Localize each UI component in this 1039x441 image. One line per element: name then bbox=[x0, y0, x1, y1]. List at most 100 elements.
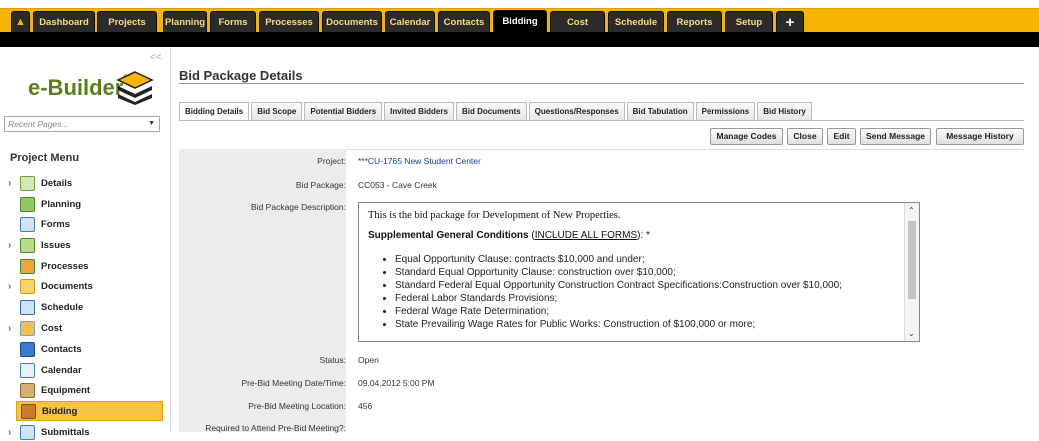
tab-invited-bidders[interactable]: Invited Bidders bbox=[384, 102, 454, 120]
calendar-icon bbox=[20, 362, 35, 378]
tab-bidding[interactable]: Bidding bbox=[493, 10, 547, 32]
tab-bid-documents[interactable]: Bid Documents bbox=[455, 102, 527, 120]
recent-pages-placeholder: Recent Pages... bbox=[8, 119, 69, 129]
supplemental-conditions: Supplemental General Conditions (INCLUDE… bbox=[368, 230, 650, 241]
sidebar-item-label: Planning bbox=[41, 198, 82, 210]
tab-cost[interactable]: Cost bbox=[550, 11, 605, 32]
edit-button[interactable]: Edit bbox=[827, 128, 856, 145]
tab-bid-history[interactable]: Bid History bbox=[757, 102, 812, 120]
tab-planning[interactable]: Planning bbox=[163, 11, 207, 32]
scroll-down-icon[interactable]: ⌄ bbox=[908, 329, 915, 338]
scroll-up-icon[interactable]: ⌃ bbox=[908, 206, 915, 215]
expand-icon[interactable]: › bbox=[8, 281, 11, 292]
sidebar-item-label: Documents bbox=[41, 280, 93, 292]
detail-tabs: Bidding Details Bid Scope Potential Bidd… bbox=[179, 102, 814, 120]
sidebar-item-label: Cost bbox=[41, 322, 63, 334]
sidebar-item-issues[interactable]: › Issues bbox=[8, 236, 163, 254]
list-item: State Prevailing Wage Rates for Public W… bbox=[395, 318, 898, 331]
sidebar-item-label: Schedule bbox=[41, 301, 84, 313]
meeting-location-label: Pre-Bid Meeting Location: bbox=[248, 401, 346, 411]
meeting-datetime-value: 09.04.2012 5:00 PM bbox=[358, 378, 435, 388]
issues-icon bbox=[20, 237, 35, 253]
sidebar-item-bidding[interactable]: Bidding bbox=[16, 401, 163, 421]
meeting-datetime-label: Pre-Bid Meeting Date/Time: bbox=[241, 378, 346, 388]
description-content: This is the bid package for Development … bbox=[368, 210, 898, 331]
sidebar-item-details[interactable]: › Details bbox=[8, 174, 163, 192]
expand-icon[interactable]: › bbox=[8, 323, 11, 334]
status-label: Status: bbox=[319, 355, 346, 365]
tab-reports[interactable]: Reports bbox=[667, 11, 722, 32]
recent-pages-select[interactable]: Recent Pages... ▼ bbox=[4, 116, 160, 132]
tab-calendar[interactable]: Calendar bbox=[385, 11, 435, 32]
sidebar-item-forms[interactable]: Forms bbox=[16, 215, 163, 233]
expand-icon[interactable]: › bbox=[8, 240, 11, 251]
supplemental-tail: : * bbox=[640, 230, 650, 241]
tab-processes[interactable]: Processes bbox=[259, 11, 319, 32]
tab-questions-responses[interactable]: Questions/Responses bbox=[528, 102, 625, 120]
collapse-sidebar-icon[interactable]: << bbox=[150, 52, 162, 63]
folder-icon bbox=[20, 278, 35, 294]
bid-package-description[interactable]: This is the bid package for Development … bbox=[358, 202, 920, 342]
equipment-icon bbox=[20, 382, 35, 398]
expand-icon[interactable]: › bbox=[8, 427, 11, 438]
home-tab[interactable]: ▲ bbox=[11, 11, 30, 32]
sidebar-item-label: Contacts bbox=[41, 343, 82, 355]
contacts-icon bbox=[20, 341, 35, 357]
logo-icon bbox=[116, 71, 154, 105]
tab-bid-scope[interactable]: Bid Scope bbox=[251, 102, 303, 120]
project-menu-title: Project Menu bbox=[10, 152, 80, 164]
list-item: Federal Labor Standards Provisions; bbox=[395, 292, 898, 305]
tab-setup[interactable]: Setup bbox=[725, 11, 773, 32]
expand-icon[interactable]: › bbox=[8, 178, 11, 189]
include-all-forms: INCLUDE ALL FORMS bbox=[534, 230, 638, 241]
tab-schedule[interactable]: Schedule bbox=[608, 11, 664, 32]
tab-projects[interactable]: Projects bbox=[97, 11, 157, 32]
sidebar-item-cost[interactable]: › Cost bbox=[8, 319, 163, 337]
tab-documents[interactable]: Documents bbox=[322, 11, 382, 32]
title-divider bbox=[179, 83, 1024, 84]
bid-package-label: Bid Package: bbox=[295, 180, 346, 190]
project-link[interactable]: ***CU-1765 New Student Center bbox=[358, 156, 481, 166]
scroll-thumb[interactable] bbox=[908, 221, 916, 299]
cost-icon bbox=[20, 320, 35, 336]
sidebar-item-planning[interactable]: Planning bbox=[16, 195, 163, 213]
tab-dashboard[interactable]: Dashboard bbox=[33, 11, 95, 32]
tab-permissions[interactable]: Permissions bbox=[695, 102, 756, 120]
tabs-divider bbox=[179, 120, 1024, 121]
list-item: Standard Federal Equal Opportunity Const… bbox=[395, 279, 898, 292]
send-message-button[interactable]: Send Message bbox=[860, 128, 931, 145]
description-scrollbar[interactable]: ⌃ ⌄ bbox=[904, 203, 919, 341]
logo-text: e-Builder bbox=[28, 75, 124, 100]
tab-potential-bidders[interactable]: Potential Bidders bbox=[304, 102, 383, 120]
home-icon: ▲ bbox=[15, 16, 26, 28]
sidebar-item-processes[interactable]: Processes bbox=[16, 257, 163, 275]
sidebar-item-documents[interactable]: › Documents bbox=[8, 277, 163, 295]
close-button[interactable]: Close bbox=[787, 128, 823, 145]
sidebar-item-schedule[interactable]: Schedule bbox=[16, 298, 163, 316]
sidebar-item-label: Forms bbox=[41, 218, 71, 230]
submittals-icon bbox=[20, 424, 35, 440]
sidebar-item-label: Submittals bbox=[41, 426, 90, 438]
top-navigation: ▲ Dashboard Projects Planning Forms Proc… bbox=[0, 0, 1039, 48]
message-history-button[interactable]: Message History bbox=[936, 128, 1024, 145]
description-intro: This is the bid package for Development … bbox=[368, 210, 621, 221]
dropdown-arrow-icon: ▼ bbox=[148, 120, 155, 127]
project-label: Project: bbox=[317, 156, 346, 166]
tab-forms[interactable]: Forms bbox=[210, 11, 256, 32]
sidebar-item-contacts[interactable]: Contacts bbox=[16, 340, 163, 358]
sidebar-item-submittals[interactable]: › Submittals bbox=[8, 423, 163, 441]
planning-icon bbox=[20, 196, 35, 212]
status-value: Open bbox=[358, 355, 379, 365]
tab-contacts[interactable]: Contacts bbox=[438, 11, 490, 32]
sidebar-item-equipment[interactable]: Equipment bbox=[16, 381, 163, 399]
tab-bid-tabulation[interactable]: Bid Tabulation bbox=[626, 102, 694, 120]
sidebar-item-calendar[interactable]: Calendar bbox=[16, 361, 163, 379]
tab-bidding-details[interactable]: Bidding Details bbox=[179, 102, 250, 120]
meeting-location-value: 456 bbox=[358, 401, 373, 411]
bid-package-value: CC053 - Cave Creek bbox=[358, 180, 437, 190]
add-tab-button[interactable]: + bbox=[776, 11, 804, 32]
sidebar-item-label: Processes bbox=[41, 260, 89, 272]
bidding-icon bbox=[21, 403, 36, 419]
manage-codes-button[interactable]: Manage Codes bbox=[710, 128, 783, 145]
list-item: Standard Equal Opportunity Clause: const… bbox=[395, 266, 898, 279]
